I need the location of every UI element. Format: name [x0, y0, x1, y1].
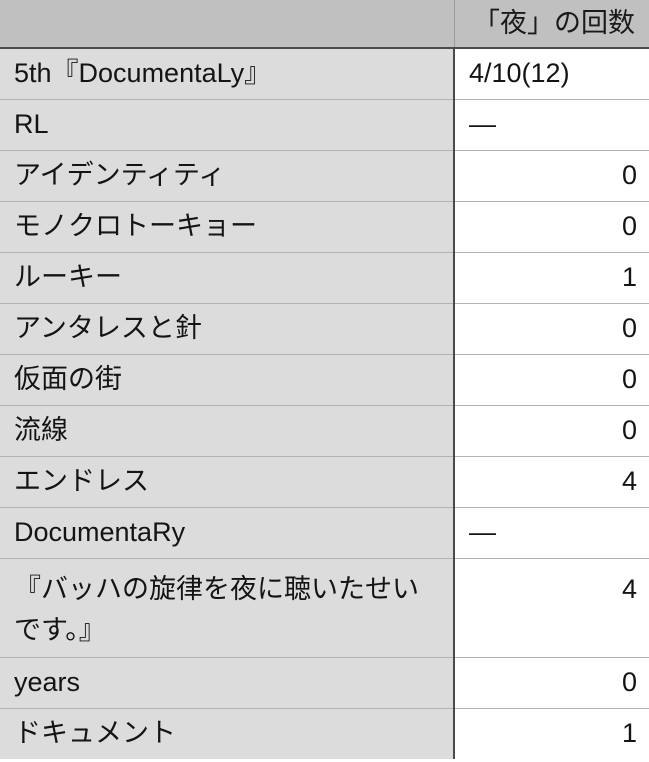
table-body: 5th『DocumentaLy』 4/10(12) RL — アイデンティティ 0 モノクロ… — [0, 48, 649, 760]
table-row: years 0 — [0, 657, 649, 709]
table-row: RL — — [0, 99, 649, 151]
table-row: アイデンティティ 0 — [0, 150, 649, 202]
row-night-count-cell: 1 — [454, 252, 649, 304]
row-title-cell: RL — [0, 99, 455, 151]
row-title-cell: years — [0, 657, 455, 709]
row-night-count-cell: 4 — [454, 456, 649, 508]
table-header: 「夜」の回数 — [0, 0, 649, 49]
table-row: 5th『DocumentaLy』 4/10(12) — [0, 48, 649, 100]
column-header-title — [0, 0, 455, 49]
table-row: ルーキー 1 — [0, 252, 649, 304]
row-title-cell: 5th『DocumentaLy』 — [0, 48, 455, 100]
song-night-count-table: 「夜」の回数 5th『DocumentaLy』 4/10(12) RL — アイデンティ… — [0, 0, 649, 760]
table-row: ドキュメント 1 — [0, 708, 649, 760]
row-title-cell: モノクロトーキョー — [0, 201, 455, 253]
row-night-count-cell: 0 — [454, 657, 649, 709]
row-night-count-cell: 4/10(12) — [454, 48, 649, 100]
table-row: 『バッハの旋律を夜に聴いたせいです。』 4 — [0, 558, 649, 658]
table-row: DocumentaRy — — [0, 507, 649, 559]
row-night-count-cell: — — [454, 507, 649, 559]
row-night-count-cell: 0 — [454, 201, 649, 253]
table-container: 「夜」の回数 5th『DocumentaLy』 4/10(12) RL — アイデンティ… — [0, 0, 649, 762]
row-title-cell: 仮面の街 — [0, 354, 455, 406]
row-night-count-cell: 4 — [454, 558, 649, 658]
row-title-cell: エンドレス — [0, 456, 455, 508]
table-row: アンタレスと針 0 — [0, 303, 649, 355]
row-title-cell: 流線 — [0, 405, 455, 457]
table-row: エンドレス 4 — [0, 456, 649, 508]
row-night-count-cell: 0 — [454, 303, 649, 355]
row-title-cell: アンタレスと針 — [0, 303, 455, 355]
row-title-cell: ルーキー — [0, 252, 455, 304]
row-night-count-cell: 0 — [454, 405, 649, 457]
table-row: モノクロトーキョー 0 — [0, 201, 649, 253]
row-title-cell: 『バッハの旋律を夜に聴いたせいです。』 — [0, 558, 455, 658]
table-header-row: 「夜」の回数 — [0, 0, 649, 49]
table-row: 仮面の街 0 — [0, 354, 649, 406]
row-night-count-cell: 0 — [454, 354, 649, 406]
row-night-count-cell: 0 — [454, 150, 649, 202]
row-title-cell: ドキュメント — [0, 708, 455, 760]
row-title-cell: DocumentaRy — [0, 507, 455, 559]
row-night-count-cell: — — [454, 99, 649, 151]
row-title-cell: アイデンティティ — [0, 150, 455, 202]
column-header-night-count: 「夜」の回数 — [454, 0, 649, 49]
table-row: 流線 0 — [0, 405, 649, 457]
row-night-count-cell: 1 — [454, 708, 649, 760]
